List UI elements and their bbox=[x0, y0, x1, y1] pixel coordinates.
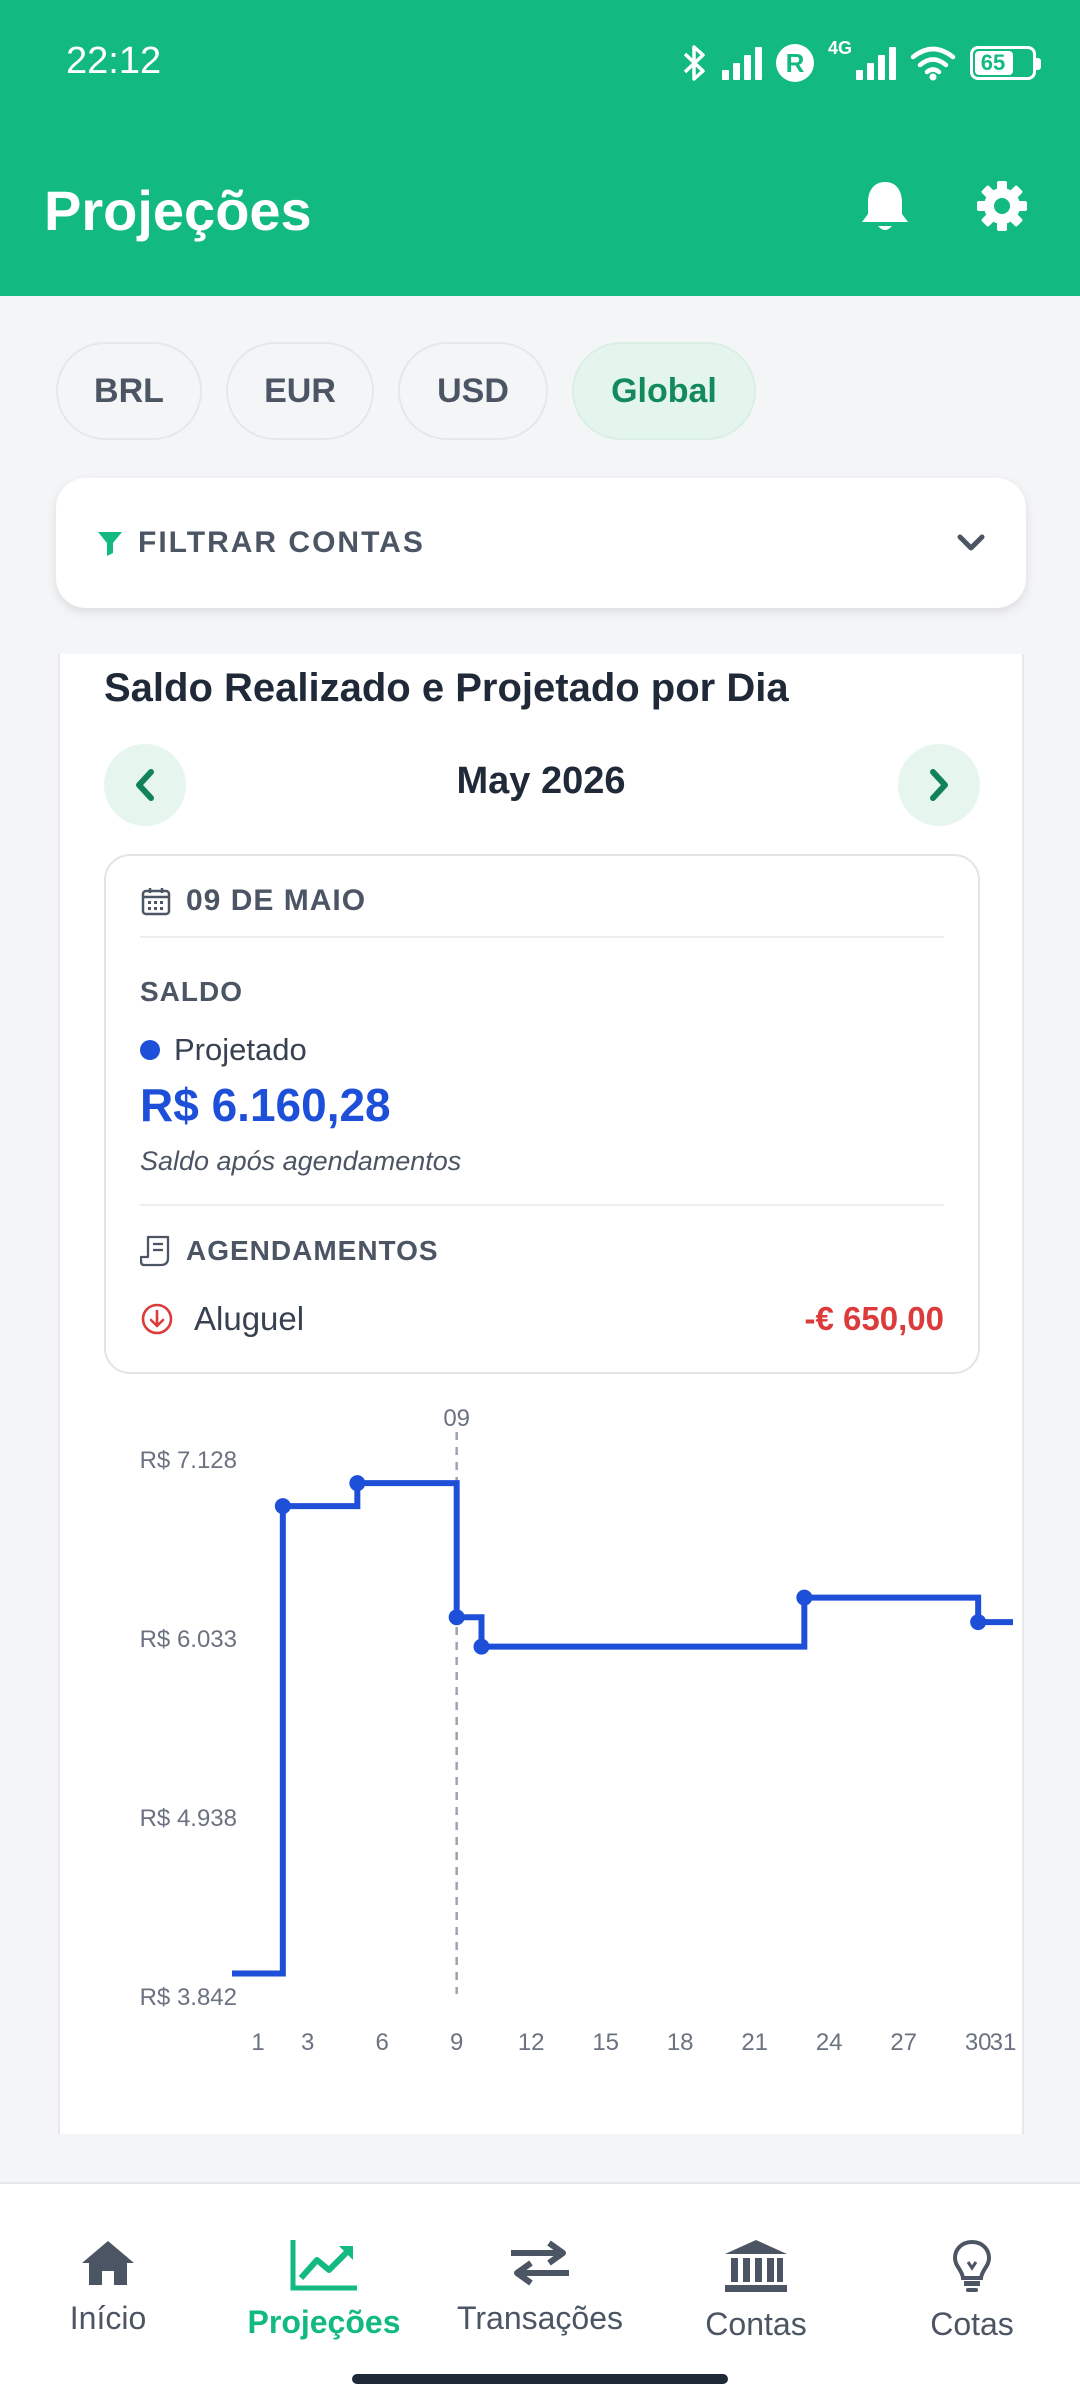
data-point bbox=[349, 1475, 366, 1492]
nav-projecoes[interactable]: Projeções bbox=[216, 2238, 432, 2341]
x-tick-label: 21 bbox=[741, 2029, 768, 2056]
roaming-icon: R bbox=[775, 44, 814, 82]
x-tick-label: 15 bbox=[592, 2029, 619, 2056]
transfer-arrows-icon bbox=[511, 2240, 569, 2286]
signal-2-icon bbox=[856, 46, 896, 80]
chip-eur[interactable]: EUR bbox=[226, 342, 374, 440]
bottom-navigation: Início Projeções Transações Contas Cotas bbox=[0, 2182, 1080, 2400]
status-icons: R 4G 65 bbox=[682, 38, 1041, 86]
x-tick-label: 30 bbox=[965, 2029, 992, 2056]
nav-label: Início bbox=[69, 2300, 147, 2336]
home-icon bbox=[82, 2241, 134, 2285]
x-tick-label: 3 bbox=[301, 2029, 314, 2056]
currency-chips: BRL EUR USD Global bbox=[56, 342, 756, 440]
signal-icon bbox=[721, 46, 762, 80]
selected-day-label: 09 bbox=[443, 1405, 470, 1432]
x-tick-label: 12 bbox=[518, 2029, 545, 2056]
nav-label: Cotas bbox=[930, 2306, 1014, 2342]
x-tick-label: 24 bbox=[816, 2029, 843, 2056]
x-tick-label: 18 bbox=[667, 2029, 694, 2056]
data-point bbox=[970, 1614, 987, 1631]
filter-icon bbox=[98, 532, 122, 556]
lightbulb-icon bbox=[952, 2239, 992, 2292]
home-indicator bbox=[352, 2374, 728, 2384]
x-tick-label: 27 bbox=[890, 2029, 917, 2056]
filter-label: FILTRAR CONTAS bbox=[138, 526, 425, 559]
y-tick-label: R$ 3.842 bbox=[140, 1984, 237, 2011]
nav-label: Transações bbox=[457, 2300, 623, 2336]
data-point bbox=[274, 1498, 291, 1515]
y-tick-label: R$ 7.128 bbox=[140, 1447, 237, 1474]
page-title: Projeções bbox=[44, 179, 312, 242]
chip-global[interactable]: Global bbox=[572, 342, 756, 440]
app-header: 22:12 R 4G 65 Projeções bbox=[0, 0, 1080, 296]
data-point bbox=[448, 1609, 465, 1626]
x-tick-label: 6 bbox=[375, 2029, 388, 2056]
chevron-down-icon bbox=[957, 534, 985, 551]
bell-icon[interactable] bbox=[855, 176, 915, 236]
nav-cotas[interactable]: Cotas bbox=[864, 2238, 1080, 2343]
nav-transacoes[interactable]: Transações bbox=[432, 2238, 648, 2337]
data-point bbox=[796, 1589, 813, 1606]
bank-icon bbox=[725, 2240, 787, 2292]
balance-chart[interactable]: R$ 7.128 R$ 6.033 R$ 4.938 R$ 3.842 1 3 6 9 12 15… bbox=[60, 654, 1026, 2134]
nav-inicio[interactable]: Início bbox=[0, 2238, 216, 2337]
chip-brl[interactable]: BRL bbox=[56, 342, 202, 440]
x-tick-label: 9 bbox=[450, 2029, 463, 2056]
balance-card: Saldo Realizado e Projetado por Dia May … bbox=[58, 654, 1024, 2134]
status-time: 22:12 bbox=[66, 40, 162, 82]
chip-usd[interactable]: USD bbox=[398, 342, 548, 440]
chart-line-icon bbox=[290, 2240, 357, 2291]
series-line bbox=[232, 1480, 1013, 1977]
settings-gear-icon[interactable] bbox=[972, 176, 1032, 236]
nav-label: Projeções bbox=[247, 2304, 401, 2340]
y-tick-label: R$ 4.938 bbox=[140, 1805, 237, 1832]
wifi-icon bbox=[910, 46, 956, 81]
data-point bbox=[473, 1638, 490, 1655]
network-type: 4G bbox=[827, 38, 852, 58]
x-tick-label: 31 bbox=[990, 2029, 1017, 2056]
x-tick-label: 1 bbox=[251, 2029, 264, 2056]
bluetooth-icon bbox=[683, 45, 705, 81]
nav-label: Contas bbox=[705, 2306, 807, 2342]
battery-icon: 65 bbox=[970, 46, 1041, 80]
nav-contas[interactable]: Contas bbox=[648, 2238, 864, 2343]
y-tick-label: R$ 6.033 bbox=[140, 1626, 237, 1653]
filter-accounts-dropdown[interactable]: FILTRAR CONTAS bbox=[56, 478, 1026, 608]
